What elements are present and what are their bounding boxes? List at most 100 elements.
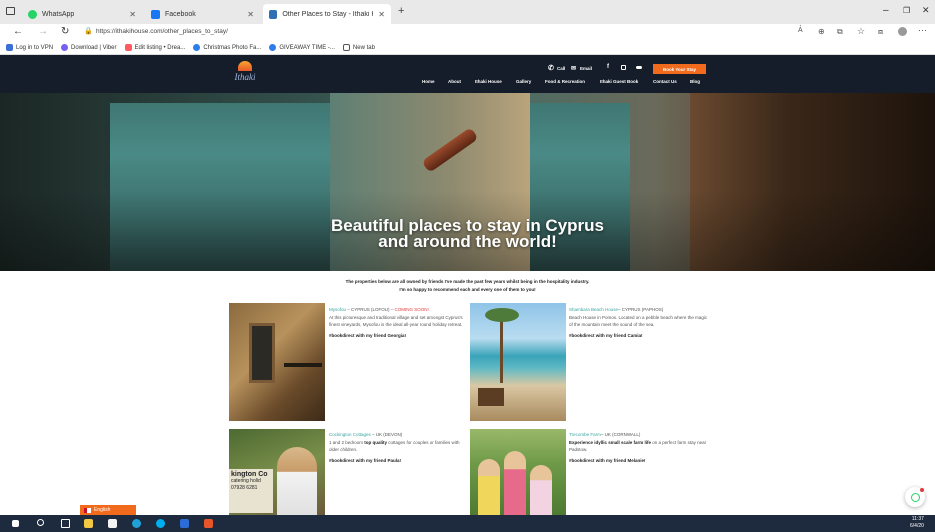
language-label: English xyxy=(94,507,111,513)
bookmark-vpn[interactable]: Log in to VPN xyxy=(6,44,53,51)
viber-icon xyxy=(61,44,69,51)
tab-label: WhatsApp xyxy=(42,10,75,18)
property-photo-cockington[interactable]: kington Co catering holid 07928 6281 xyxy=(229,429,325,515)
property-info-mysofou: Mysofou – CYPRUS (LOFOU) – COMING SOON! … xyxy=(329,307,463,338)
close-tab-icon[interactable]: ✕ xyxy=(129,10,136,19)
more-menu-icon[interactable]: ⋯ xyxy=(918,25,927,36)
extensions-icon[interactable]: ⧉ xyxy=(837,27,843,37)
property-info-cockington: Cockington Cottages – UK (DEVON) 1 and 2… xyxy=(329,432,463,463)
bookmark-label: New tab xyxy=(352,44,375,51)
chat-bubble-button[interactable] xyxy=(905,487,925,507)
favorites-icon[interactable]: ☆ xyxy=(857,26,865,37)
outlook-icon[interactable] xyxy=(180,519,189,528)
sign-board: kington Co catering holid 07928 6281 xyxy=(229,469,273,513)
close-window-button[interactable]: ✕ xyxy=(922,5,930,16)
nav-about[interactable]: About xyxy=(448,79,461,84)
close-tab-icon[interactable]: ✕ xyxy=(378,10,385,19)
bookmark-label: Edit listing • Drea... xyxy=(134,44,186,51)
clock-date: 6/4/20 xyxy=(910,523,924,529)
sign-line: kington Co xyxy=(231,471,268,478)
property-name[interactable]: Mysofou xyxy=(329,307,346,312)
chair-shape xyxy=(478,388,504,406)
mail-icon[interactable]: ✉ xyxy=(571,65,576,72)
bookmark-viber[interactable]: Download | Viber xyxy=(61,44,117,51)
search-icon[interactable] xyxy=(37,519,44,526)
forward-icon[interactable]: → xyxy=(38,26,48,37)
globe-icon xyxy=(193,44,201,51)
close-tab-icon[interactable]: ✕ xyxy=(247,10,254,19)
back-icon[interactable]: ← xyxy=(13,26,23,37)
instagram-icon[interactable] xyxy=(621,65,626,70)
bookmark-label: Christmas Photo Fa... xyxy=(203,44,262,51)
bookmark-label: Log in to VPN xyxy=(16,44,54,51)
property-photo-shambara[interactable] xyxy=(470,303,566,421)
language-selector[interactable]: English xyxy=(80,505,136,515)
bookmark-label: GIVEAWAY TIME -... xyxy=(279,44,335,51)
bookmark-airbnb[interactable]: Edit listing • Drea... xyxy=(124,44,186,51)
property-photo-trecombe[interactable] xyxy=(470,429,566,515)
property-title: Trecombe Farm– UK (CORNWALL) xyxy=(569,432,711,437)
sign-line: catering holid xyxy=(231,478,261,484)
property-description: Experience idyllic small scale farm life… xyxy=(569,439,711,453)
bookmark-new-tab[interactable]: New tab xyxy=(342,44,375,51)
url-field[interactable]: https://ithakihouse.com/other_places_to_… xyxy=(96,28,228,35)
profile-avatar[interactable] xyxy=(898,27,907,36)
tripadvisor-icon[interactable] xyxy=(636,66,642,69)
nav-contact-us[interactable]: Contact Us xyxy=(653,79,677,84)
property-photo-mysofou[interactable] xyxy=(229,303,325,421)
nav-home[interactable]: Home xyxy=(422,79,435,84)
person-figure xyxy=(277,447,317,515)
call-link[interactable]: Call xyxy=(557,66,565,71)
refresh-icon[interactable]: ↻ xyxy=(61,26,69,37)
property-name[interactable]: Trecombe Farm xyxy=(569,432,601,437)
bookmark-giveaway[interactable]: GIVEAWAY TIME -... xyxy=(269,44,335,51)
property-info-trecombe: Trecombe Farm– UK (CORNWALL) Experience … xyxy=(569,432,711,463)
property-title: Mysofou – CYPRUS (LOFOU) – COMING SOON! xyxy=(329,307,463,312)
phone-icon[interactable]: ✆ xyxy=(548,64,554,72)
window-menu-icon[interactable] xyxy=(6,7,15,15)
read-aloud-icon[interactable]: A᷾ xyxy=(798,27,803,34)
book-direct-link[interactable]: #bookdirect with my friend Georgia! xyxy=(329,333,463,338)
site-logo[interactable]: Ithaki xyxy=(228,59,262,89)
whatsapp-chat-icon xyxy=(910,492,920,502)
airbnb-icon xyxy=(124,44,132,51)
nav-guest-book[interactable]: Ithaki Guest Book xyxy=(600,79,638,84)
office-icon[interactable] xyxy=(204,519,213,528)
file-explorer-icon[interactable] xyxy=(84,519,93,528)
tab-facebook[interactable]: Facebook ✕ xyxy=(145,4,260,24)
property-description: At this picturesque and traditional vill… xyxy=(329,315,463,327)
palm-tree xyxy=(500,313,503,383)
zoom-icon[interactable]: ⊕ xyxy=(818,27,825,36)
clock[interactable]: 11:37 6/4/20 xyxy=(910,516,924,530)
nav-gallery[interactable]: Gallery xyxy=(516,79,531,84)
intro-line-2: I'm so happy to recommend each and every… xyxy=(399,287,536,292)
new-tab-button[interactable]: + xyxy=(398,5,404,17)
bookmark-label: Download | Viber xyxy=(71,44,117,51)
store-icon[interactable] xyxy=(108,519,117,528)
edge-icon[interactable] xyxy=(132,519,141,528)
nav-ithaki-house[interactable]: Ithaki House xyxy=(475,79,502,84)
restore-button[interactable]: ❐ xyxy=(903,6,910,15)
bookmark-christmas[interactable]: Christmas Photo Fa... xyxy=(193,44,261,51)
property-location: – CYPRUS (LOFOU) – xyxy=(346,307,395,312)
hero-title-line2: and around the world! xyxy=(378,232,557,251)
property-location: – CYPRUS (PAPHOS) xyxy=(618,307,664,312)
skype-icon[interactable] xyxy=(156,519,165,528)
tab-other-places[interactable]: Other Places to Stay - Ithaki Ho ✕ xyxy=(263,4,391,24)
browser-tab-bar: WhatsApp ✕ Facebook ✕ Other Places to St… xyxy=(0,0,935,24)
tab-whatsapp[interactable]: WhatsApp ✕ xyxy=(22,4,142,24)
book-direct-link[interactable]: #bookdirect with my friend Paula! xyxy=(329,458,463,463)
book-direct-link[interactable]: #bookdirect with my friend Camia! xyxy=(569,333,711,338)
minimize-button[interactable]: – xyxy=(883,5,889,16)
nav-food-recreation[interactable]: Food & Recreation xyxy=(545,79,585,84)
property-name[interactable]: Shambara Beach House xyxy=(569,307,618,312)
facebook-link-icon[interactable]: f xyxy=(607,64,609,70)
book-direct-link[interactable]: #bookdirect with my friend Melanie! xyxy=(569,458,711,463)
nav-blog[interactable]: Blog xyxy=(690,79,700,84)
windows-start-icon[interactable] xyxy=(12,520,19,527)
property-name[interactable]: Cockington Cottages xyxy=(329,432,371,437)
book-your-stay-button[interactable]: Book Your Stay xyxy=(653,64,706,74)
email-link[interactable]: Email xyxy=(580,66,592,71)
collections-icon[interactable]: ⧈ xyxy=(878,27,883,37)
task-view-icon[interactable] xyxy=(61,519,70,528)
